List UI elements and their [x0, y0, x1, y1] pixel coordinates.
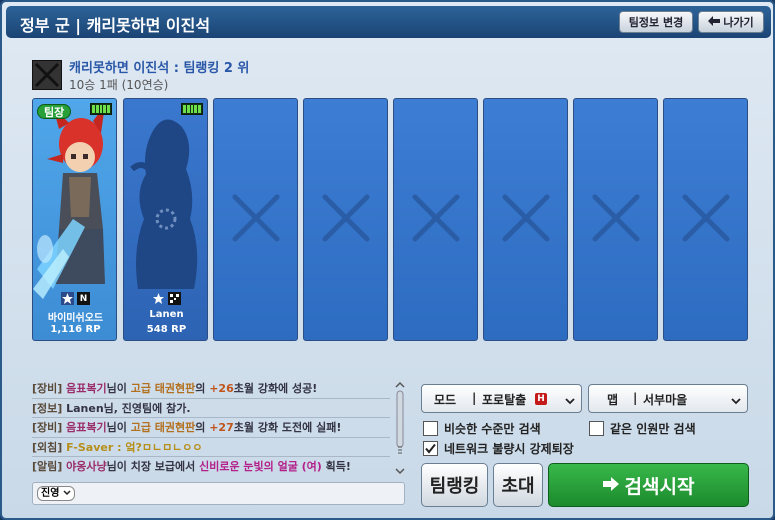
- player-slot-1[interactable]: 팀장 N 바이미쉬오드 1,116 RP: [32, 98, 117, 341]
- checkbox-box[interactable]: [423, 440, 438, 456]
- chat-tag: [외침]: [32, 440, 63, 454]
- chat-text: 고급 태권현판: [130, 382, 196, 395]
- map-label: 맵: [607, 393, 619, 407]
- team-rank-button-label: 팀랭킹: [429, 476, 480, 497]
- chat-text: 의: [195, 421, 210, 434]
- team-name: 캐리못하면 이진석 : 팀랭킹 2 위: [69, 61, 250, 76]
- chat-text: 신비로운 눈빛의 얼굴 (여): [199, 460, 322, 473]
- chevron-down-icon: [565, 394, 575, 408]
- invite-button-label: 초대: [501, 476, 535, 497]
- window-title: 정부 군 | 캐리못하면 이진석: [20, 16, 211, 35]
- chat-line: [정보] Lanen님, 진영팀에 참가.: [32, 399, 390, 418]
- empty-slot[interactable]: [303, 98, 388, 341]
- rank-emblem-icon: [61, 292, 74, 305]
- checkbox-box[interactable]: [423, 420, 438, 436]
- rank-emblem-icon: [152, 292, 165, 305]
- player-rp: 548 RP: [146, 324, 187, 335]
- empty-slot[interactable]: [213, 98, 298, 341]
- invite-button[interactable]: 초대: [493, 463, 543, 507]
- map-dropdown[interactable]: 맵 | 서부마을: [588, 384, 748, 413]
- team-record: 10승 1패 (10연승): [69, 78, 169, 92]
- chat-text: 님이: [106, 382, 131, 395]
- empty-slot[interactable]: [483, 98, 568, 341]
- similar-level-label: 비슷한 수준만 검색: [444, 421, 541, 436]
- similar-level-checkbox[interactable]: 비슷한 수준만 검색: [423, 419, 541, 437]
- team-emblem-icon: [32, 60, 62, 90]
- empty-slot-x-icon: [592, 194, 640, 242]
- empty-slot-x-icon: [682, 194, 730, 242]
- leave-button-label: 나가기: [723, 16, 754, 29]
- chat-input[interactable]: 진영: [32, 482, 405, 505]
- chat-text: 야옹사냥: [66, 460, 107, 473]
- empty-slot-x-icon: [412, 194, 460, 242]
- chat-scrollbar[interactable]: [394, 381, 406, 475]
- connection-signal-icon: [90, 103, 112, 115]
- map-value: 서부마을: [643, 393, 688, 407]
- chat-tag: [알림]: [32, 460, 63, 473]
- leave-button[interactable]: 나가기: [698, 11, 764, 33]
- chat-text: +26: [209, 382, 234, 395]
- chat-line: [장비] 음표복기님이 고급 태권현판의 +27초월 강화 도전에 실패!: [32, 418, 390, 438]
- chat-text: Lanen님, 진영팀에 참가.: [62, 401, 191, 415]
- empty-slot-x-icon: [322, 194, 370, 242]
- empty-slot-x-icon: [232, 194, 280, 242]
- empty-slot[interactable]: [663, 98, 748, 341]
- leader-badge: 팀장: [37, 104, 72, 119]
- hot-icon: H: [535, 393, 547, 405]
- team-rank-button[interactable]: 팀랭킹: [421, 463, 488, 507]
- team-info-button-label: 팀정보 변경: [628, 16, 684, 29]
- mode-label: 모드: [434, 393, 457, 407]
- connection-signal-icon: [181, 103, 203, 115]
- chat-log: [장비] 음표복기님이 고급 태권현판의 +26초월 강화에 성공! [정보] L…: [32, 379, 390, 475]
- search-start-button[interactable]: 검색시작: [548, 463, 749, 507]
- player-rp: 1,116 RP: [50, 324, 101, 335]
- back-arrow-icon: [708, 15, 721, 29]
- chat-tag: [정보]: [32, 401, 63, 415]
- loading-spinner-icon: [155, 208, 177, 230]
- arrow-right-icon: [602, 474, 619, 496]
- team-window: 정부 군 | 캐리못하면 이진석 팀정보 변경 나가기 캐리못하면 이진석 : …: [0, 0, 775, 520]
- chat-line: [알림] 야옹사냥님이 치장 보급에서 신비로운 눈빛의 얼굴 (여) 획득!: [32, 457, 390, 475]
- check-icon: [425, 443, 436, 454]
- network-kick-checkbox[interactable]: 네트워크 불량시 강제퇴장: [423, 439, 574, 457]
- chat-text: 음표복기: [66, 382, 107, 395]
- empty-slot-x-icon: [502, 194, 550, 242]
- mode-value: 포로탈출: [482, 393, 527, 407]
- chat-line: [장비] 음표복기님이 고급 태권현판의 +26초월 강화에 성공!: [32, 379, 390, 399]
- empty-slot[interactable]: [393, 98, 478, 341]
- chat-tag: [장비]: [32, 421, 63, 434]
- chat-line: [외침] F-Saver : 엌?ㅁㄴㅁㄴㅇㅇ: [32, 438, 390, 457]
- chat-text: 고급 태권현판: [130, 421, 196, 434]
- chat-text: 님이 치장 보급에서: [106, 460, 200, 473]
- chat-text: F-Saver : 엌?ㅁㄴㅁㄴㅇㅇ: [62, 440, 203, 454]
- checkbox-box[interactable]: [589, 420, 604, 436]
- network-kick-label: 네트워크 불량시 강제퇴장: [444, 441, 574, 456]
- mode-dropdown[interactable]: 모드 | 포로탈출 H: [421, 384, 582, 413]
- chat-channel-select[interactable]: 진영: [37, 486, 75, 501]
- player-name: 바이미쉬오드: [47, 313, 104, 324]
- chat-text: 음표복기: [66, 421, 107, 434]
- title-bar: 정부 군 | 캐리못하면 이진석 팀정보 변경 나가기: [6, 6, 771, 38]
- chat-text: 님이: [106, 421, 131, 434]
- player-name: Lanen: [149, 309, 184, 320]
- chat-text: 초월 강화 도전에 실패!: [233, 421, 342, 434]
- chat-channel-label: 진영: [41, 488, 60, 499]
- chevron-down-icon: [731, 394, 741, 408]
- new-badge: N: [77, 292, 90, 305]
- chat-text: +27: [209, 421, 234, 434]
- chat-text: 의: [195, 382, 210, 395]
- same-count-checkbox[interactable]: 같은 인원만 검색: [589, 419, 696, 437]
- chat-text: 획득!: [321, 460, 351, 473]
- same-count-label: 같은 인원만 검색: [610, 421, 696, 436]
- chat-text: 초월 강화에 성공!: [233, 382, 318, 395]
- chat-tag: [장비]: [32, 382, 63, 395]
- search-start-button-label: 검색시작: [624, 475, 695, 498]
- qr-badge-icon: [168, 292, 181, 305]
- player-slot-2[interactable]: Lanen 548 RP: [123, 98, 208, 341]
- chevron-down-icon: [63, 488, 71, 499]
- team-info-button[interactable]: 팀정보 변경: [619, 11, 693, 33]
- empty-slot[interactable]: [573, 98, 658, 341]
